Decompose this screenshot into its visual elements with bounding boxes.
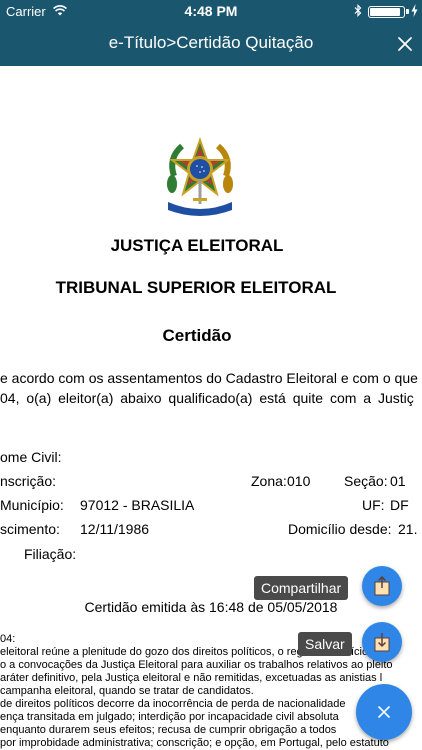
charging-icon [411, 4, 418, 17]
nome-civil-label: ome Civil: [0, 449, 62, 465]
save-button[interactable] [362, 622, 402, 662]
certificate-document: JUSTIÇA ELEITORAL TRIBUNAL SUPERIOR ELEI… [0, 66, 422, 750]
battery-icon [368, 6, 405, 18]
note-line: de direitos políticos decorre da inocorr… [0, 698, 346, 710]
nascimento-label: scimento: [0, 521, 60, 537]
close-menu-button[interactable] [356, 684, 412, 740]
domicilio-label: Domicílio desde: [288, 521, 392, 537]
nascimento-value: 12/11/1986 [80, 521, 150, 537]
battery-tip [406, 9, 409, 14]
heading-tribunal: TRIBUNAL SUPERIOR ELEITORAL [55, 278, 337, 297]
status-bar: Carrier 4:48 PM [0, 0, 422, 22]
paragraph-line-1: e acordo com os assentamentos do Cadastr… [0, 370, 418, 386]
share-label[interactable]: Compartilhar [254, 576, 349, 600]
save-label[interactable]: Salvar [298, 632, 352, 656]
share-button[interactable] [362, 566, 402, 606]
emission-datetime: Certidão emitida às 16:48 de 05/05/2018 [84, 599, 338, 615]
note-heading: 04: [0, 633, 16, 645]
uf-label: UF: [362, 497, 385, 513]
bluetooth-icon [354, 4, 362, 17]
zona-label: Zona: [251, 473, 287, 489]
heading-certidao: Certidão [162, 326, 232, 345]
battery-fill [370, 8, 400, 16]
brazil-coat-of-arms-icon [167, 136, 233, 216]
download-icon [374, 633, 390, 652]
heading-justica-eleitoral: JUSTIÇA ELEITORAL [110, 236, 284, 255]
nav-title: e-Título>Certidão Quitação [108, 33, 314, 52]
close-icon [378, 706, 390, 718]
secao-label: Seção: [344, 473, 388, 489]
note-line: aráter definitivo, pela Justiça eleitora… [0, 672, 383, 684]
note-line: por improbidade administrativa; conscriç… [0, 737, 389, 749]
note-line: o a convocações da Justiça Eleitoral par… [0, 659, 393, 671]
paragraph-line-2: 04, o(a) eleitor(a) abaixo qualificado(a… [0, 390, 414, 406]
navigation-bar: e-Título>Certidão Quitação [0, 22, 422, 66]
uf-value: DF [390, 497, 409, 513]
zona-value: 010 [287, 473, 311, 489]
inscricao-label: nscrição: [0, 473, 57, 489]
note-line: campanha eleitoral, quando se tratar de … [0, 685, 254, 697]
municipio-label: Município: [0, 497, 64, 513]
municipio-value: 97012 - BRASILIA [80, 497, 195, 513]
domicilio-value: 21. [398, 521, 418, 537]
close-icon[interactable] [394, 33, 416, 55]
filiacao-label: Filiação: [24, 546, 77, 562]
secao-value: 01 [390, 473, 406, 489]
share-icon [374, 576, 390, 596]
note-line: ença transitada em julgado; interdição p… [0, 711, 339, 723]
note-line: enquanto durarem seus efeitos; recusa de… [0, 724, 337, 736]
